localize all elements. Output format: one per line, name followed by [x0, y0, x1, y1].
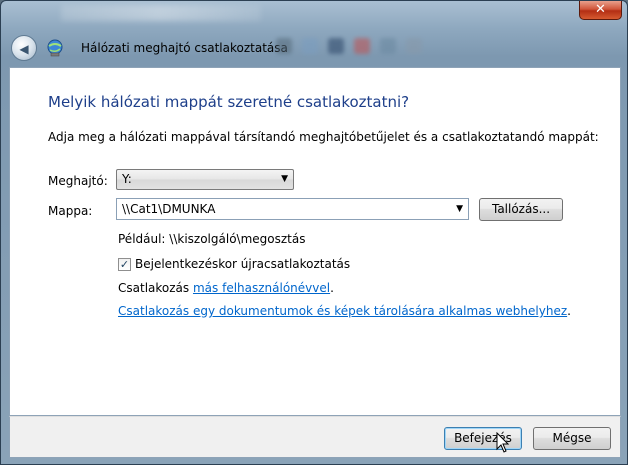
folder-input[interactable]: \\Cat1\DMUNKA ▼ [116, 198, 469, 220]
chevron-down-icon: ▼ [281, 174, 288, 184]
example-text: Például: \\kiszolgáló\megosztás [118, 232, 306, 246]
instruction-text: Adja meg a hálózati mappával társítandó … [48, 130, 599, 144]
website-link[interactable]: Csatlakozás egy dokumentumok és képek tá… [118, 304, 567, 318]
browse-button[interactable]: Tallózás... [479, 198, 563, 221]
window-title: Hálózati meghajtó csatlakoztatása [81, 41, 288, 55]
reconnect-label[interactable]: Bejelentkezéskor újracsatlakoztatás [135, 257, 350, 271]
background-blur [271, 35, 451, 57]
close-button[interactable]: ✕ [579, 1, 622, 20]
website-line: Csatlakozás egy dokumentumok és képek tá… [118, 304, 571, 318]
connect-as-line: Csatlakozás más felhasználónévvel. [118, 281, 334, 295]
connect-as-suffix: . [330, 281, 334, 295]
network-drive-icon [47, 39, 63, 57]
website-suffix: . [567, 304, 571, 318]
drive-select[interactable]: Y: ▼ [116, 169, 294, 190]
chevron-down-icon[interactable]: ▼ [456, 199, 463, 219]
folder-label: Mappa: [48, 204, 93, 218]
drive-label: Meghajtó: [48, 174, 108, 188]
mouse-cursor-icon [496, 432, 510, 453]
page-heading: Melyik hálózati mappát szeretné csatlako… [48, 93, 410, 111]
connect-as-prefix: Csatlakozás [118, 281, 190, 295]
checkmark-icon: ✓ [119, 258, 130, 271]
folder-input-value: \\Cat1\DMUNKA [122, 202, 216, 216]
other-username-link[interactable]: más felhasználónévvel [193, 281, 330, 295]
back-button[interactable]: ◀ [11, 35, 37, 61]
titlebar-glass [61, 5, 261, 21]
button-bar: Befejezés Mégse [9, 416, 621, 458]
back-arrow-icon: ◀ [19, 42, 29, 56]
content-panel: Melyik hálózati mappát szeretné csatlako… [9, 67, 621, 416]
dialog-window: ✕ ◀ Hálózati meghajtó csatlakoztatása Me… [0, 0, 628, 465]
reconnect-checkbox[interactable]: ✓ [118, 258, 131, 271]
cancel-button[interactable]: Mégse [533, 427, 611, 450]
drive-select-value: Y: [122, 172, 132, 186]
